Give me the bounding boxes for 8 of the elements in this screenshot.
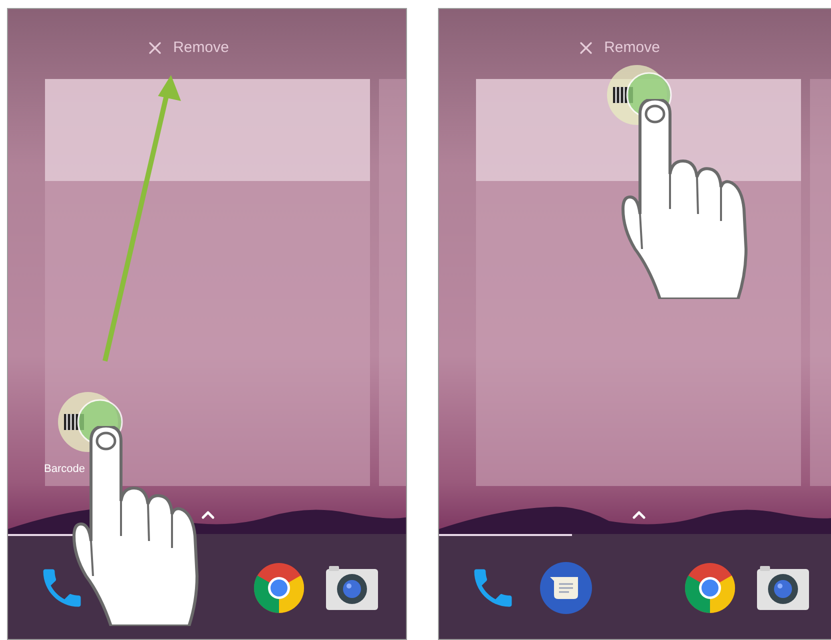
messages-icon[interactable]: [538, 560, 593, 614]
remove-label[interactable]: Remove: [604, 37, 660, 60]
chrome-icon[interactable]: [253, 562, 306, 614]
remove-label[interactable]: Remove: [173, 37, 229, 60]
chrome-icon[interactable]: [684, 562, 736, 614]
camera-icon[interactable]: [324, 564, 379, 610]
app-label: Barcode: [44, 462, 85, 477]
camera-icon[interactable]: [756, 564, 810, 610]
